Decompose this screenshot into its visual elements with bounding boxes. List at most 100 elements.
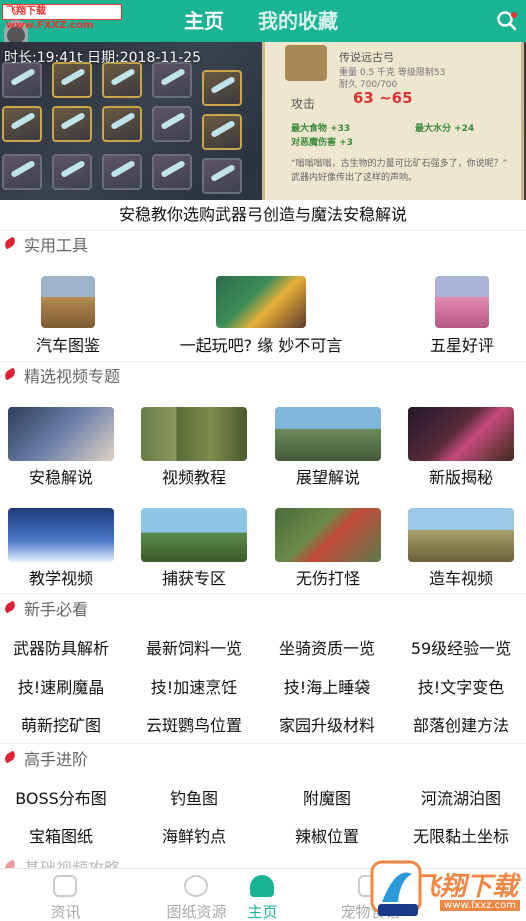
chili-icon: [2, 600, 18, 614]
guide-link[interactable]: 家园升级材料: [266, 712, 388, 736]
inventory-slot: [52, 154, 92, 190]
inventory-slot: [52, 62, 92, 98]
guide-link[interactable]: 钓鱼图: [133, 785, 255, 809]
guide-link[interactable]: 云斑鹦鸟位置: [133, 712, 255, 736]
item-detail-card: 传说远古弓 重量 0.5 千克 等级限制53 耐久 700/700 攻击 63 …: [262, 42, 524, 200]
video-card[interactable]: 新版揭秘: [408, 407, 514, 488]
guide-link[interactable]: 坐骑资质一览: [266, 635, 388, 659]
search-icon[interactable]: [496, 10, 518, 32]
banner-caption[interactable]: 安稳教你选购武器弓创造与魔法安稳解说: [0, 200, 526, 230]
divider: [0, 230, 526, 231]
video-label: 展望解说: [295, 468, 360, 487]
video-label: 安稳解说: [28, 468, 93, 487]
inventory-slot: [102, 106, 142, 142]
tool-five-star-rating[interactable]: 五星好评: [404, 276, 520, 356]
tool-label: 汽车图鉴: [35, 336, 100, 355]
tool-play-together[interactable]: 一起玩吧? 缘 妙不可言: [170, 276, 352, 356]
video-thumbnail: [275, 407, 381, 461]
nav-item-news[interactable]: 资讯: [0, 869, 131, 921]
tab-favorites[interactable]: 我的收藏: [258, 0, 338, 42]
inventory-grid: [0, 62, 250, 200]
section-header-videos: 精选视频专题: [0, 364, 526, 390]
video-label: 捕获专区: [161, 569, 226, 588]
stat-food: 最大食物 +33: [291, 124, 351, 134]
carousel-dots[interactable]: [240, 190, 276, 200]
divider: [0, 593, 526, 594]
divider: [0, 743, 526, 744]
car-thumbnail: [41, 276, 95, 328]
chili-icon: [2, 236, 18, 250]
guide-link[interactable]: BOSS分布图: [0, 785, 122, 809]
divider: [0, 361, 526, 362]
tool-car-guide[interactable]: 汽车图鉴: [10, 276, 126, 356]
game-banner-thumbnail: [216, 276, 306, 328]
home-icon: [250, 875, 274, 897]
guide-link[interactable]: 技!速刷魔晶: [0, 674, 122, 698]
section-header-tools: 实用工具: [0, 233, 526, 259]
guide-link[interactable]: 技!加速烹饪: [133, 674, 255, 698]
guide-link[interactable]: 武器防具解析: [0, 635, 122, 659]
guide-link[interactable]: 59级经验一览: [400, 635, 522, 659]
video-thumbnail: [141, 407, 247, 461]
video-card[interactable]: 造车视频: [408, 508, 514, 589]
video-thumbnail: [8, 407, 114, 461]
video-card[interactable]: 展望解说: [275, 407, 381, 488]
pink-car-thumbnail: [435, 276, 489, 328]
video-card[interactable]: 视频教程: [141, 407, 247, 488]
video-thumbnail: [8, 508, 114, 562]
guide-link[interactable]: 附魔图: [266, 785, 388, 809]
inventory-slot: [102, 62, 142, 98]
tool-label: 五星好评: [429, 336, 494, 355]
nav-label: 资讯: [50, 903, 81, 921]
guide-link[interactable]: 海鲜钓点: [133, 823, 255, 847]
guide-link[interactable]: 技!文字变色: [400, 674, 522, 698]
news-icon: [53, 875, 77, 897]
guide-link[interactable]: 萌新挖矿图: [0, 712, 122, 736]
inventory-slot: [202, 70, 242, 106]
stat-demon: 对恶魔伤害 +3: [291, 138, 353, 148]
video-label: 造车视频: [428, 569, 493, 588]
inventory-slot: [152, 62, 192, 98]
section-header-advanced: 高手进阶: [0, 747, 526, 773]
logo-wordmark: 飞翔下载: [413, 872, 518, 902]
banner-carousel[interactable]: 传说远古弓 重量 0.5 千克 等级限制53 耐久 700/700 攻击 63 …: [0, 42, 526, 200]
inventory-slot: [102, 154, 142, 190]
guide-link[interactable]: 辣椒位置: [266, 823, 388, 847]
video-label: 新版揭秘: [428, 468, 493, 487]
inventory-slot: [52, 106, 92, 142]
chili-icon: [2, 367, 18, 381]
inventory-slot: [152, 106, 192, 142]
guide-link[interactable]: 宝箱图纸: [0, 823, 122, 847]
stat-water: 最大水分 +24: [415, 124, 475, 134]
tool-label: 一起玩吧? 缘 妙不可言: [179, 336, 343, 355]
guide-link[interactable]: 最新饲料一览: [133, 635, 255, 659]
video-label: 教学视频: [28, 569, 93, 588]
attack-range: 63 ~65: [353, 89, 413, 107]
inventory-slot: [202, 114, 242, 150]
video-label: 视频教程: [161, 468, 226, 487]
guide-link[interactable]: 河流湖泊图: [400, 785, 522, 809]
item-description: “嗡嗡嗡嗡，古生物的力量可比矿石强多了，你说呢？” 武器内好像传出了这样的声响。: [291, 159, 508, 183]
top-header: 飞翔下载 www.FXXZ.com 主页 我的收藏: [0, 0, 526, 42]
inventory-slot: [2, 106, 42, 142]
guide-link[interactable]: 技!海上睡袋: [266, 674, 388, 698]
inventory-slot: [202, 158, 242, 194]
inventory-slot: [2, 62, 42, 98]
guide-link[interactable]: 部落创建方法: [400, 712, 522, 736]
logo-url: www.fxxz.com: [440, 900, 520, 911]
section-title: 精选视频专题: [24, 367, 121, 386]
section-header-newbie: 新手必看: [0, 597, 526, 623]
guide-link[interactable]: 无限黏土坐标: [400, 823, 522, 847]
attack-label: 攻击: [291, 97, 316, 111]
inventory-slot: [2, 154, 42, 190]
tab-home[interactable]: 主页: [184, 0, 224, 42]
video-label: 无伤打怪: [295, 569, 360, 588]
item-name: 传说远古弓: [339, 51, 394, 64]
video-card[interactable]: 教学视频: [8, 508, 114, 589]
section-title: 高手进阶: [24, 750, 89, 769]
video-thumbnail: [275, 508, 381, 562]
video-card[interactable]: 捕获专区: [141, 508, 247, 589]
video-card[interactable]: 无伤打怪: [275, 508, 381, 589]
watermark-top: 飞翔下载 www.FXXZ.com: [2, 4, 122, 31]
video-card[interactable]: 安稳解说: [8, 407, 114, 488]
